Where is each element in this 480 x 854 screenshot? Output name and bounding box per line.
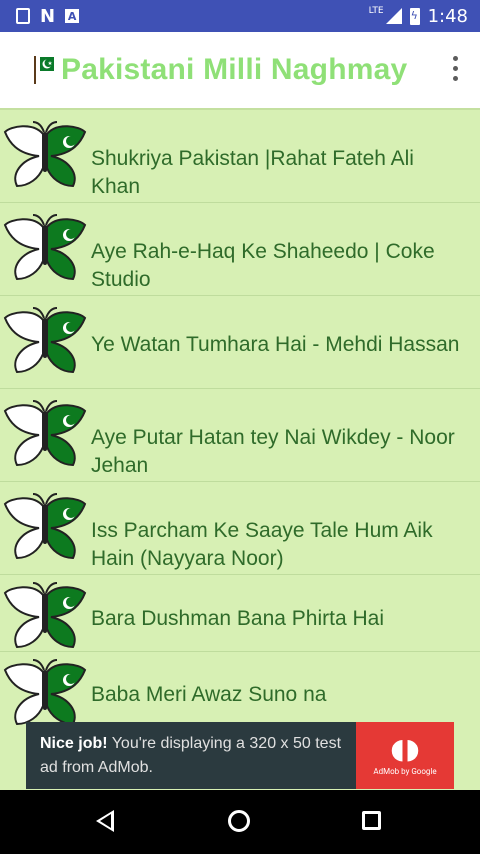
song-title: Baba Meri Awaz Suno na: [91, 683, 327, 706]
n-notification-icon: N: [40, 5, 56, 27]
list-item[interactable]: Baba Meri Awaz Suno na: [0, 652, 480, 726]
butterfly-icon: [3, 400, 87, 467]
ad-text: Nice job! You're displaying a 320 x 50 t…: [26, 722, 360, 789]
status-bar: N A LTE 1:48: [0, 0, 480, 32]
butterfly-icon: [3, 582, 87, 649]
ad-banner[interactable]: Nice job! You're displaying a 320 x 50 t…: [26, 722, 454, 789]
a-notification-icon: A: [65, 9, 80, 23]
admob-icon: ◖◗: [390, 732, 420, 765]
butterfly-icon: [3, 493, 87, 560]
ad-headline: Nice job!: [40, 735, 108, 752]
song-title: Shukriya Pakistan |Rahat Fateh Ali Khan: [91, 147, 414, 198]
list-item[interactable]: Aye Rah-e-Haq Ke Shaheedo | Coke Studio: [0, 203, 480, 295]
network-type: LTE: [368, 6, 384, 16]
navigation-bar: [0, 790, 480, 854]
sd-card-icon: [16, 8, 30, 24]
list-item[interactable]: Iss Parcham Ke Saaye Tale Hum Aik Hain (…: [0, 482, 480, 574]
signal-icon: [385, 8, 402, 24]
clock: 1:48: [427, 5, 468, 27]
butterfly-icon: [3, 659, 87, 726]
butterfly-icon: [3, 121, 87, 188]
list-item[interactable]: Shukriya Pakistan |Rahat Fateh Ali Khan: [0, 110, 480, 202]
song-title: Iss Parcham Ke Saaye Tale Hum Aik Hain (…: [91, 519, 433, 570]
back-icon[interactable]: [96, 810, 114, 832]
pakistan-flag-icon: [33, 55, 55, 85]
list-item[interactable]: Bara Dushman Bana Phirta Hai: [0, 575, 480, 651]
battery-icon: [409, 7, 420, 25]
app-title: Pakistani Milli Naghmay: [61, 53, 408, 86]
butterfly-icon: [3, 307, 87, 374]
list-item[interactable]: Aye Putar Hatan tey Nai Wikdey - Noor Je…: [0, 389, 480, 481]
song-title: Aye Rah-e-Haq Ke Shaheedo | Coke Studio: [91, 240, 435, 291]
home-icon[interactable]: [228, 810, 250, 832]
song-title: Aye Putar Hatan tey Nai Wikdey - Noor Je…: [91, 426, 455, 477]
song-title: Ye Watan Tumhara Hai - Mehdi Hassan: [91, 333, 460, 356]
song-title: Bara Dushman Bana Phirta Hai: [91, 607, 384, 630]
butterfly-icon: [3, 214, 87, 281]
overflow-menu-icon[interactable]: [453, 56, 458, 81]
recent-apps-icon[interactable]: [362, 811, 381, 830]
app-bar: Pakistani Milli Naghmay: [0, 32, 480, 110]
admob-logo: ◖◗ AdMob by Google: [356, 722, 454, 789]
admob-caption: AdMob by Google: [373, 767, 437, 776]
list-item[interactable]: Ye Watan Tumhara Hai - Mehdi Hassan: [0, 296, 480, 388]
